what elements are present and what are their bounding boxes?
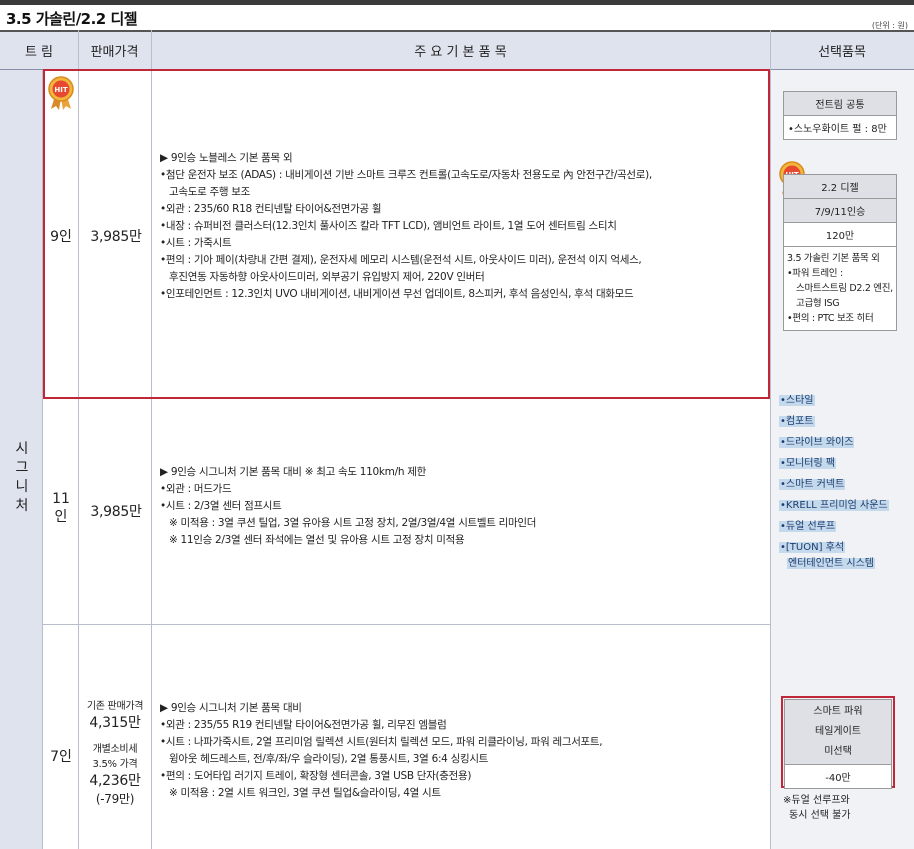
option-common: 전트림 공통 •스노우화이트 펄 : 8만: [783, 91, 897, 140]
option-link-monitoring[interactable]: •모니터링 팩: [779, 453, 889, 474]
trim-name: 시그니처: [15, 441, 29, 514]
feature-line: ▶ 9인승 시그니처 기본 품목 대비: [160, 702, 302, 714]
option-link-drive-wise[interactable]: •드라이브 와이즈: [779, 432, 889, 453]
page-title: 3.5 가솔린/2.2 디젤: [6, 10, 138, 28]
highlight-box-9-seat: [43, 69, 770, 399]
seat-count-11: 11 인: [52, 491, 70, 525]
option-tailgate[interactable]: 스마트 파워 테일게이트 미선택 -40만: [784, 699, 892, 789]
grid-line: [770, 30, 771, 849]
feature-line: 윙아웃 헤드레스트, 전/후/좌/우 슬라이딩), 2열 통풍시트, 3열 6:…: [169, 753, 489, 765]
feature-line: •외관 : 머드가드: [160, 483, 232, 495]
header-options: 선택품목: [770, 30, 914, 70]
option-link-tuon[interactable]: •[TUON] 후석 엔터테인먼트 시스템: [779, 540, 889, 572]
seat-count-7: 7인: [50, 749, 72, 765]
price-11-seat: 3,985만: [90, 504, 142, 520]
grid-line: [42, 624, 770, 625]
feature-line: ▶ 9인승 시그니처 기본 품목 대비 ※ 최고 속도 110km/h 제한: [160, 466, 426, 478]
option-link-smart-connect[interactable]: •스마트 커넥트: [779, 474, 889, 495]
feature-line: ※ 미적용 : 3열 쿠션 틸업, 3열 유아용 시트 고정 장치, 2열/3열…: [169, 517, 537, 529]
feature-line: •편의 : 도어타입 러기지 트레이, 확장형 센터콘솔, 3열 USB 단자(…: [160, 770, 472, 782]
option-link-comfort[interactable]: •컴포트: [779, 411, 889, 432]
feature-line: ※ 11인승 2/3열 센터 좌석에는 열선 및 유아용 시트 고정 장치 미적…: [169, 534, 465, 546]
feature-line: •시트 : 나파가죽시트, 2열 프리미엄 릴렉션 시트(원터치 릴렉션 모드,…: [160, 736, 603, 748]
header-features: 주 요 기 본 품 목: [151, 30, 770, 70]
option-link-krell[interactable]: •KRELL 프리미엄 사운드: [779, 495, 889, 516]
option-common-title: 전트림 공통: [784, 92, 896, 116]
option-tailgate-price: -40만: [825, 773, 851, 784]
top-rule: [0, 0, 914, 5]
features-11-seat: ▶ 9인승 시그니처 기본 품목 대비 ※ 최고 속도 110km/h 제한 •…: [160, 464, 764, 549]
option-common-item: •스노우화이트 펄 : 8만: [788, 124, 887, 135]
feature-line: •시트 : 2/3열 센터 점프시트: [160, 500, 282, 512]
option-diesel-desc: 3.5 가솔린 기본 품목 외 •파워 트레인 : 스마트스트림 D2.2 엔진…: [787, 253, 893, 324]
feature-line: ※ 미적용 : 2열 시트 워크인, 3열 쿠션 틸업&슬라이딩, 4열 시트: [169, 787, 441, 799]
option-diesel-price: 120만: [784, 223, 896, 247]
option-link-dual-sunroof[interactable]: •듀얼 선루프: [779, 516, 889, 537]
header-price: 판매가격: [78, 30, 151, 70]
option-package-list: •스타일 •컴포트 •드라이브 와이즈 •모니터링 팩 •스마트 커넥트 •KR…: [779, 390, 889, 572]
features-7-seat: ▶ 9인승 시그니처 기본 품목 대비 •외관 : 235/55 R19 컨티넨…: [160, 700, 764, 802]
option-tailgate-label: 스마트 파워 테일게이트 미선택: [785, 700, 891, 765]
header-trim: 트 림: [0, 30, 78, 70]
option-diesel-seats: 7/9/11인승: [784, 199, 896, 223]
option-diesel-title: 2.2 디젤: [784, 175, 896, 199]
option-note: ※듀얼 선루프와 동시 선택 불가: [783, 795, 851, 821]
option-link-style[interactable]: •스타일: [779, 390, 889, 411]
option-diesel[interactable]: 2.2 디젤 7/9/11인승 120만 3.5 가솔린 기본 품목 외 •파워…: [783, 174, 897, 331]
price-7-seat: 기존 판매가격 4,315만 개별소비세 3.5% 가격 4,236만 (-79…: [86, 701, 144, 806]
feature-line: •외관 : 235/55 R19 컨티넨탈 타이어&전면가공 휠, 리무진 엠블…: [160, 719, 447, 731]
